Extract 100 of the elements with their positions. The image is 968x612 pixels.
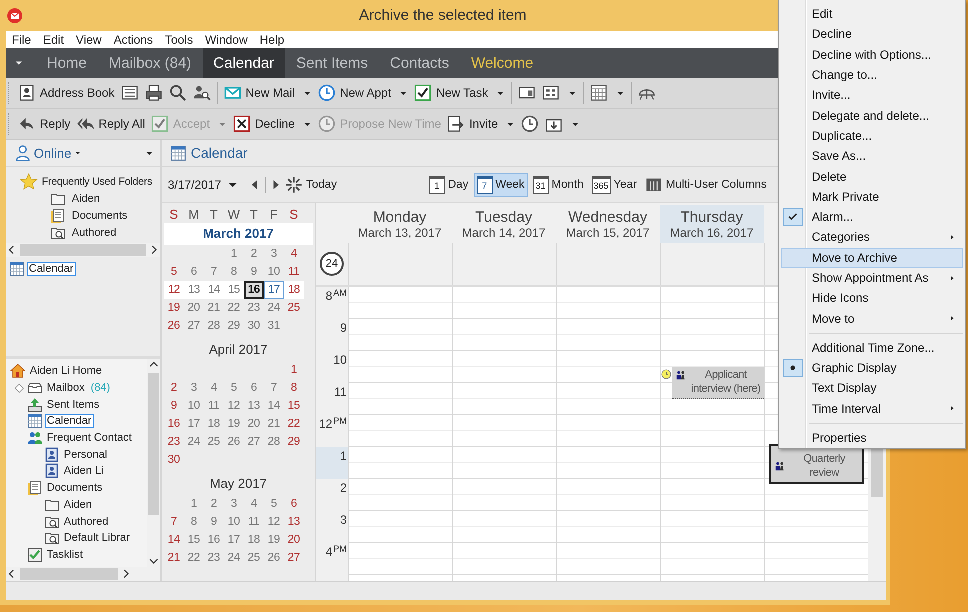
day-cell[interactable]: 14: [264, 400, 284, 412]
menu-item[interactable]: Mark Private: [781, 186, 963, 207]
day-cell[interactable]: 31: [264, 320, 284, 332]
menu-item[interactable]: Alarm...: [781, 206, 963, 228]
nav-tab[interactable]: Mailbox (84): [98, 48, 203, 78]
toolbar-button[interactable]: Decline: [230, 111, 316, 137]
scrollbar[interactable]: [6, 243, 160, 257]
day-cell[interactable]: 4: [284, 248, 304, 260]
day-cell[interactable]: 2: [204, 498, 224, 510]
day-cell[interactable]: 15: [284, 400, 304, 412]
tree-item[interactable]: Authored: [70, 226, 119, 240]
toolbar-button[interactable]: New Appt: [315, 80, 412, 106]
day-cell[interactable]: 18: [204, 418, 224, 430]
nav-tab[interactable]: Sent Items: [285, 48, 380, 78]
nav-tab[interactable]: Contacts: [379, 48, 460, 78]
day-header[interactable]: Tuesday March 14, 2017: [452, 205, 556, 243]
day-cell[interactable]: 22: [184, 552, 204, 564]
day-cell[interactable]: 6: [244, 382, 264, 394]
day-cell[interactable]: 13: [284, 516, 304, 528]
day-cell[interactable]: 8: [284, 382, 304, 394]
scrollbar[interactable]: [147, 359, 160, 567]
day-cell[interactable]: 11: [244, 516, 264, 528]
day-cell[interactable]: 15: [184, 534, 204, 546]
day-cell[interactable]: 2: [164, 382, 184, 394]
day-cell[interactable]: 10: [264, 266, 284, 278]
view-tab[interactable]: 7 Week: [474, 172, 528, 196]
nav-tab[interactable]: Calendar: [202, 48, 286, 78]
day-cell[interactable]: 1: [184, 498, 204, 510]
day-cell[interactable]: 22: [284, 418, 304, 430]
toolbar-button[interactable]: Address Book: [15, 80, 118, 106]
menu-item[interactable]: Decline with Options...: [781, 44, 963, 65]
day-cell[interactable]: 6: [284, 498, 304, 510]
menu-item[interactable]: Actions: [108, 32, 160, 46]
day-header[interactable]: Wednesday March 15, 2017: [556, 205, 660, 243]
day-cell[interactable]: 2: [244, 248, 264, 260]
day-cell[interactable]: 12: [264, 516, 284, 528]
day-header[interactable]: Monday March 13, 2017: [348, 205, 452, 243]
menu-item[interactable]: Change to...: [781, 64, 963, 86]
day-cell[interactable]: 21: [164, 552, 184, 564]
day-cell[interactable]: 9: [204, 516, 224, 528]
day-cell[interactable]: 12: [224, 400, 244, 412]
day-cell[interactable]: 25: [204, 436, 224, 448]
day-cell[interactable]: 16: [164, 418, 184, 430]
tree-item[interactable]: Documents: [45, 481, 105, 496]
tree-item[interactable]: Tasklist: [45, 548, 86, 562]
day-cell[interactable]: 9: [164, 400, 184, 412]
day-cell[interactable]: 7: [204, 266, 224, 278]
day-cell[interactable]: 23: [204, 552, 224, 564]
menu-item[interactable]: Move to Archive: [781, 248, 963, 268]
day-cell[interactable]: 3: [184, 382, 204, 394]
account-selector[interactable]: Online: [34, 146, 72, 160]
toolbar-button[interactable]: Invite: [444, 111, 518, 137]
menu-item[interactable]: Tools: [159, 32, 200, 46]
day-cell[interactable]: 18: [244, 534, 264, 546]
day-cell[interactable]: 11: [284, 266, 304, 278]
day-cell[interactable]: 12: [164, 284, 184, 296]
date-field[interactable]: 3/17/2017: [168, 178, 228, 192]
tree-item[interactable]: Authored: [62, 514, 111, 529]
day-cell[interactable]: 19: [224, 418, 244, 430]
day-cell[interactable]: 14: [204, 284, 224, 296]
view-tab[interactable]: Multi-User Columns: [642, 172, 770, 196]
day-cell[interactable]: 15: [224, 284, 244, 296]
day-cell[interactable]: 17: [224, 534, 244, 546]
day-cell[interactable]: 29: [224, 320, 244, 332]
menu-item[interactable]: Categories: [781, 227, 963, 248]
menu-item[interactable]: File: [6, 32, 38, 46]
menu-item[interactable]: View: [70, 32, 108, 46]
day-cell[interactable]: 16: [204, 534, 224, 546]
menu-item[interactable]: Decline: [781, 24, 963, 45]
tree-item[interactable]: Aiden Li: [62, 464, 106, 478]
day-cell[interactable]: 3: [224, 498, 244, 510]
tree-item[interactable]: Sent Items: [45, 398, 102, 412]
tree-item[interactable]: Documents: [70, 208, 130, 222]
day-cell[interactable]: 5: [224, 382, 244, 394]
day-header[interactable]: Thursday March 16, 2017: [660, 205, 764, 243]
day-cell[interactable]: 7: [164, 516, 184, 528]
day-cell[interactable]: 16: [244, 281, 264, 299]
diamond-icon[interactable]: [14, 382, 25, 394]
day-cell[interactable]: 8: [224, 266, 244, 278]
menu-item[interactable]: Edit: [781, 4, 963, 24]
day-cell[interactable]: 24: [264, 302, 284, 314]
day-cell[interactable]: 21: [264, 418, 284, 430]
view-tab[interactable]: 31 Month: [530, 172, 587, 196]
day-cell[interactable]: 30: [164, 454, 184, 466]
tree-item[interactable]: Aiden: [70, 192, 102, 206]
folder-item[interactable]: Calendar: [27, 262, 76, 276]
time-zone-badge[interactable]: 24: [320, 252, 344, 276]
day-cell[interactable]: 26: [164, 320, 184, 332]
day-cell[interactable]: 11: [204, 400, 224, 412]
day-cell[interactable]: 13: [244, 400, 264, 412]
day-cell[interactable]: 28: [264, 436, 284, 448]
tree-item[interactable]: Frequent Contact: [45, 431, 134, 446]
day-cell[interactable]: 9: [244, 266, 264, 278]
day-cell[interactable]: 21: [204, 302, 224, 314]
toolbar-button[interactable]: Reply: [15, 111, 74, 137]
day-cell[interactable]: 17: [184, 418, 204, 430]
toolbar-button[interactable]: New Mail: [220, 80, 316, 106]
day-cell[interactable]: 23: [244, 302, 264, 314]
day-cell[interactable]: 20: [184, 302, 204, 314]
day-cell[interactable]: 28: [204, 320, 224, 332]
